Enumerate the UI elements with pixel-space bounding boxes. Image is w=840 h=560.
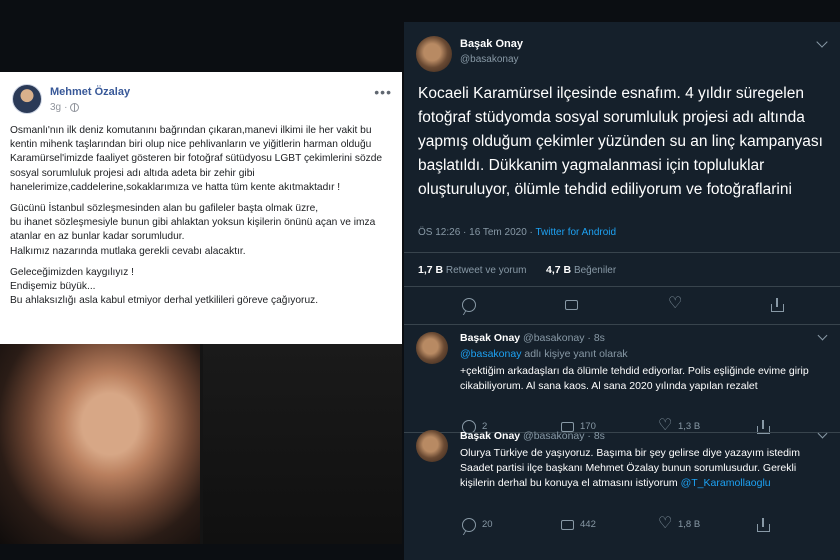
- reply-icon[interactable]: [462, 298, 476, 312]
- heart-icon[interactable]: [668, 294, 682, 314]
- twitter-thread: Başak Onay @basakonay Kocaeli Karamürsel…: [404, 22, 840, 560]
- globe-icon: [70, 103, 80, 112]
- chevron-down-icon[interactable]: [817, 330, 828, 341]
- post-meta: 3g ·: [50, 102, 80, 113]
- reply-mention[interactable]: @T_Karamollaoglu: [681, 477, 771, 489]
- divider: [404, 324, 840, 325]
- composite-screenshot: Mehmet Özalay 3g · ••• Osmanlı'nın ilk d…: [0, 0, 840, 560]
- avatar[interactable]: [12, 84, 42, 114]
- like-count[interactable]: 4,7 B: [546, 264, 571, 276]
- author-name[interactable]: Mehmet Özalay: [50, 86, 130, 98]
- avatar[interactable]: [416, 36, 452, 72]
- share-icon[interactable]: [756, 518, 770, 532]
- post-paragraph: Geleceğimizden kaygılıyız ! Endişemiz bü…: [10, 266, 319, 307]
- tweet-actions: [404, 294, 840, 318]
- like-count: 1,8 B: [678, 519, 701, 530]
- retweet-count[interactable]: 1,7 B: [418, 264, 443, 276]
- reply-actions: 20 442 1,8 B: [404, 514, 840, 538]
- reply-to-line: @basakonay adlı kişiye yanıt olarak: [460, 348, 628, 360]
- like-label[interactable]: Beğeniler: [574, 265, 616, 276]
- tweet-timestamp: ÖS 12:26 · 16 Tem 2020 · Twitter for And…: [418, 227, 616, 238]
- avatar[interactable]: [416, 430, 448, 462]
- divider: [404, 252, 840, 253]
- post-body: Osmanlı'nın ilk deniz komutanını bağrınd…: [10, 124, 394, 315]
- post-photo[interactable]: [0, 344, 402, 544]
- photo-left: [0, 344, 200, 544]
- retweet-count: 442: [580, 519, 596, 530]
- reply-text: +çektiğim arkadaşları da ölümle tehdid e…: [460, 365, 809, 392]
- reply-tweet[interactable]: Başak Onay @basakonay · 8s @basakonay ad…: [404, 330, 840, 436]
- tweet-author-handle[interactable]: @basakonay: [460, 54, 519, 65]
- reply-header: Başak Onay @basakonay · 8s: [460, 332, 605, 344]
- reply-author-handle[interactable]: @basakonay: [523, 332, 584, 344]
- reply-time[interactable]: 8s: [594, 332, 605, 344]
- retweet-label[interactable]: Retweet ve yorum: [446, 265, 527, 276]
- retweet-icon[interactable]: [564, 298, 578, 312]
- chevron-down-icon[interactable]: [817, 428, 828, 439]
- share-icon[interactable]: [770, 298, 784, 312]
- reply-to-suffix: adlı kişiye yanıt olarak: [521, 348, 628, 360]
- tweet-text: Kocaeli Karamürsel ilçesinde esnafım. 4 …: [418, 85, 823, 198]
- more-options-icon[interactable]: •••: [374, 84, 392, 100]
- tweet-time[interactable]: ÖS 12:26 · 16 Tem 2020 ·: [418, 227, 535, 238]
- reply-to-mention[interactable]: @basakonay: [460, 348, 521, 360]
- reply-header: Başak Onay @basakonay · 8s: [460, 430, 605, 442]
- reply-author-name[interactable]: Başak Onay: [460, 430, 520, 442]
- reply-icon[interactable]: [462, 518, 476, 532]
- reply-text: Olurya Türkiye de yaşıyoruz. Başıma bir …: [460, 446, 824, 491]
- reply-time[interactable]: 8s: [594, 430, 605, 442]
- avatar[interactable]: [416, 332, 448, 364]
- tweet-author-name[interactable]: Başak Onay: [460, 38, 523, 50]
- reply-author-handle[interactable]: @basakonay: [523, 430, 584, 442]
- tweet-stats: 1,7 B Retweet ve yorum 4,7 B Beğeniler: [418, 264, 616, 276]
- reply-author-name[interactable]: Başak Onay: [460, 332, 520, 344]
- post-paragraph: Gücünü İstanbul sözleşmesinden alan bu g…: [10, 203, 376, 257]
- reply-count: 20: [482, 519, 493, 530]
- retweet-icon[interactable]: [560, 518, 574, 532]
- heart-icon[interactable]: [658, 514, 672, 534]
- post-header: Mehmet Özalay 3g · •••: [8, 82, 396, 118]
- tweet-source-link[interactable]: Twitter for Android: [535, 227, 616, 238]
- chevron-down-icon[interactable]: [816, 36, 828, 48]
- post-paragraph: Osmanlı'nın ilk deniz komutanını bağrınd…: [10, 125, 383, 193]
- reply-tweet[interactable]: Başak Onay @basakonay · 8s Olurya Türkiy…: [404, 428, 840, 534]
- divider: [404, 286, 840, 287]
- facebook-post: Mehmet Özalay 3g · ••• Osmanlı'nın ilk d…: [0, 72, 402, 544]
- post-time[interactable]: 3g: [50, 102, 61, 113]
- photo-right: [203, 344, 402, 544]
